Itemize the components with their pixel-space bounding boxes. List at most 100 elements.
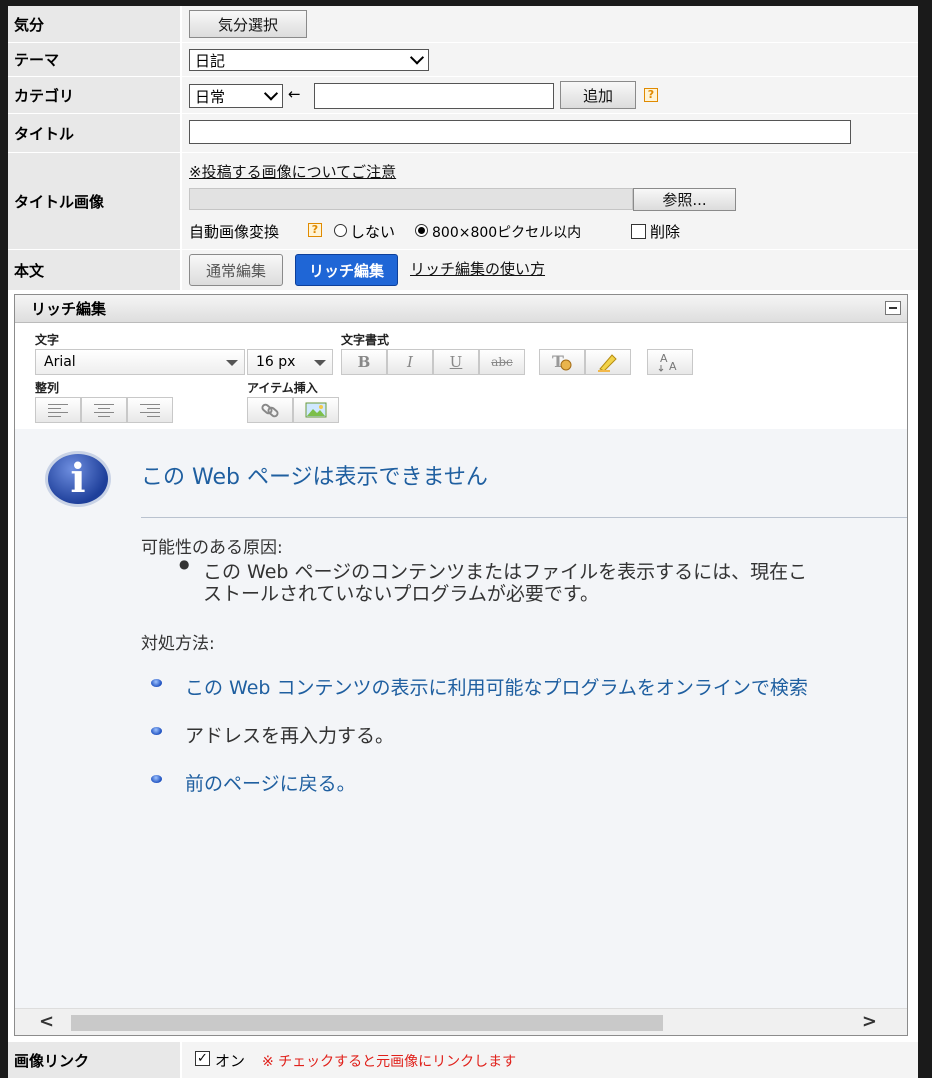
text-color-button[interactable]: T [539, 349, 585, 375]
link-icon [261, 403, 279, 418]
bold-icon: B [357, 353, 371, 371]
font-family-value: Arial [44, 354, 76, 370]
remedy-reenter-address: アドレスを再入力する。 [185, 725, 395, 747]
align-right-button[interactable] [127, 397, 173, 423]
insert-group-label: アイテム挿入 [247, 381, 318, 395]
font-size-adjust-button[interactable]: A A [647, 349, 693, 375]
mood-label: 気分 [8, 6, 180, 42]
help-icon[interactable]: ? [308, 223, 322, 237]
title-image-row: タイトル画像 ※投稿する画像についてご注意 参照... 自動画像変換 ? しない… [8, 153, 918, 249]
theme-label: テーマ [8, 43, 180, 76]
image-link-row: 画像リンク ✓ オン ※ チェックすると元画像にリンクします [8, 1042, 918, 1078]
auto-convert-800-radio[interactable] [415, 224, 428, 237]
font-size-select[interactable]: 16 px [247, 349, 333, 375]
image-link-on-label: オン [215, 1052, 246, 1070]
browse-button[interactable]: 参照... [633, 188, 736, 211]
theme-value: 日記 [182, 43, 918, 76]
format-group-label: 文字書式 [341, 333, 390, 347]
error-title: この Web ページは表示できません [141, 465, 488, 490]
arrow-left-glyph: ← [288, 85, 301, 103]
image-link-note: ※ チェックすると元画像にリンクします [262, 1054, 517, 1070]
italic-icon: I [407, 353, 413, 371]
font-group-label: 文字 [35, 333, 60, 347]
align-left-button[interactable] [35, 397, 81, 423]
font-family-select[interactable]: Arial [35, 349, 245, 375]
image-notice-link[interactable]: ※投稿する画像についてご注意 [189, 161, 396, 182]
align-right-icon [140, 403, 160, 417]
remedy-go-back-link[interactable]: 前のページに戻る。 [185, 769, 356, 796]
rich-editor: リッチ編集 文字 文字書式 Arial 16 px B I U abc T A … [14, 294, 908, 1036]
body-label: 本文 [8, 250, 180, 290]
chevron-down-icon [409, 50, 425, 65]
category-select[interactable]: 日常 [189, 84, 283, 108]
scroll-right-icon[interactable]: > [862, 1011, 877, 1032]
image-link-checkbox[interactable]: ✓ [195, 1051, 210, 1066]
new-category-input[interactable] [314, 83, 554, 109]
italic-button[interactable]: I [387, 349, 433, 375]
text-color-icon: T [552, 352, 572, 371]
svg-text:A: A [669, 360, 677, 373]
dropdown-arrow-icon [226, 360, 238, 366]
mood-select-button[interactable]: 気分選択 [189, 10, 307, 38]
strikethrough-button[interactable]: abc [479, 349, 525, 375]
scroll-left-icon[interactable]: < [39, 1011, 54, 1032]
underline-icon: U [449, 353, 463, 371]
collapse-icon[interactable] [885, 301, 901, 315]
body-value: 通常編集 リッチ編集 リッチ編集の使い方 [182, 250, 918, 290]
title-label: タイトル [8, 114, 180, 152]
bold-button[interactable]: B [341, 349, 387, 375]
rich-edit-howto-link[interactable]: リッチ編集の使い方 [410, 258, 545, 279]
scrollbar-thumb[interactable] [71, 1015, 663, 1031]
blue-bullet-icon [151, 679, 162, 687]
align-center-icon [94, 403, 114, 417]
cause-line-2: ストールされていないプログラムが必要です。 [203, 583, 599, 605]
mood-value: 気分選択 [182, 6, 918, 42]
auto-convert-off-radio[interactable] [334, 224, 347, 237]
title-row: タイトル [8, 114, 918, 152]
highlight-icon [598, 354, 617, 372]
chevron-down-icon [263, 86, 279, 101]
help-icon[interactable]: ? [644, 88, 658, 102]
align-left-icon [48, 403, 68, 417]
theme-select[interactable]: 日記 [189, 49, 429, 71]
title-image-value: ※投稿する画像についてご注意 参照... 自動画像変換 ? しない 800×80… [182, 153, 918, 249]
auto-convert-off-label: しない [350, 223, 396, 241]
image-link-value: ✓ オン ※ チェックすると元画像にリンクします [182, 1042, 918, 1078]
theme-row: テーマ 日記 [8, 43, 918, 76]
divider [141, 517, 907, 518]
rich-edit-button[interactable]: リッチ編集 [295, 254, 398, 286]
blue-bullet-icon [151, 775, 162, 783]
align-group-label: 整列 [35, 381, 60, 395]
add-category-button[interactable]: 追加 [560, 81, 636, 109]
editor-content-area[interactable]: i この Web ページは表示できません 可能性のある原因: ● この Web … [15, 429, 907, 1035]
insert-link-button[interactable] [247, 397, 293, 423]
info-icon: i [45, 451, 111, 507]
dropdown-arrow-icon [314, 360, 326, 366]
blog-post-form: 気分 気分選択 テーマ 日記 カテゴリ 日常 ← 追加 ? タイトル タイトル画… [8, 6, 918, 1078]
highlight-button[interactable] [585, 349, 631, 375]
remedy-search-online-link[interactable]: この Web コンテンツの表示に利用可能なプログラムをオンラインで検索 [185, 673, 808, 700]
theme-selected-text: 日記 [195, 51, 226, 70]
normal-edit-button[interactable]: 通常編集 [189, 254, 283, 286]
category-value: 日常 ← 追加 ? [182, 77, 918, 113]
bullet-dot-icon: ● [179, 557, 190, 571]
category-row: カテゴリ 日常 ← 追加 ? [8, 77, 918, 113]
title-input[interactable] [189, 120, 851, 144]
file-path-field[interactable] [189, 188, 633, 210]
mood-row: 気分 気分選択 [8, 6, 918, 42]
underline-button[interactable]: U [433, 349, 479, 375]
font-size-value: 16 px [256, 354, 296, 370]
image-link-label: 画像リンク [8, 1042, 180, 1078]
delete-image-label: 削除 [650, 223, 681, 241]
horizontal-scrollbar[interactable]: < > [15, 1008, 907, 1035]
insert-image-button[interactable] [293, 397, 339, 423]
remedy-heading: 対処方法: [141, 634, 215, 654]
rich-editor-header: リッチ編集 [15, 295, 907, 323]
category-label: カテゴリ [8, 77, 180, 113]
align-center-button[interactable] [81, 397, 127, 423]
auto-convert-label: 自動画像変換 [189, 223, 280, 241]
cause-heading: 可能性のある原因: [141, 538, 283, 558]
auto-convert-800-label: 800×800ピクセル以内 [432, 225, 582, 241]
delete-image-checkbox[interactable] [631, 224, 646, 239]
font-size-icon: A A [658, 352, 677, 373]
